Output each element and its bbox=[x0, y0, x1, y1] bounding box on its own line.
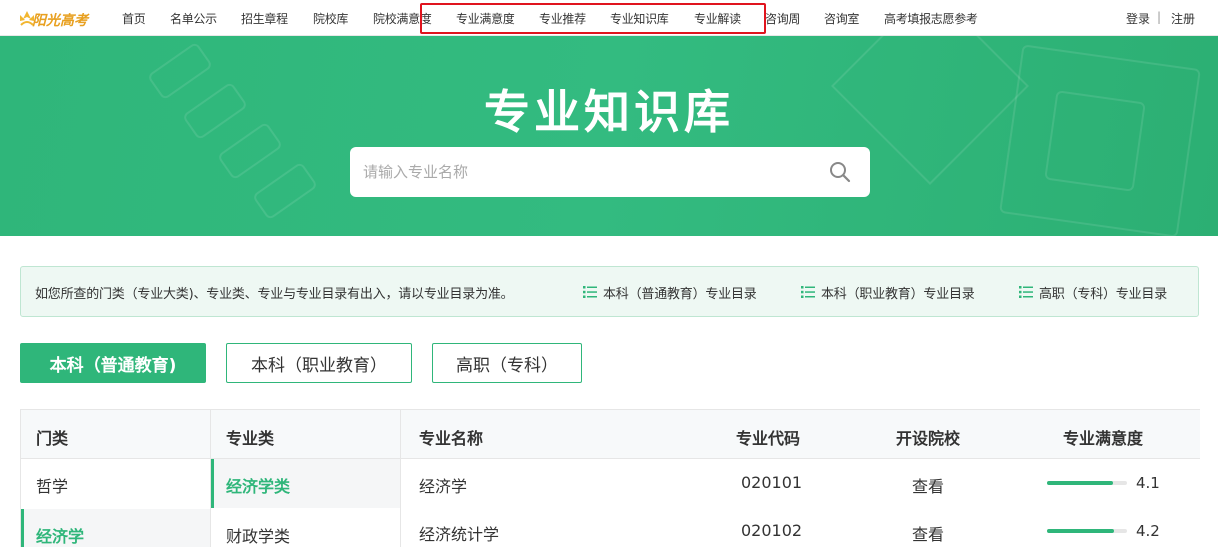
nav-consult-room[interactable]: 咨询室 bbox=[824, 10, 859, 27]
major-code: 020101 bbox=[741, 473, 803, 492]
tab-undergrad-general[interactable]: 本科（普通教育) bbox=[20, 343, 206, 383]
nav-consult-week[interactable]: 咨询周 bbox=[765, 10, 800, 27]
major-table: 门类 哲学 经济学 专业类 经济学类 财政学类 专业名称 专业代码 开设院校 专… bbox=[20, 409, 1200, 547]
header-satisfaction: 专业满意度 bbox=[1063, 429, 1144, 448]
subcategory-item-label: 经济学类 bbox=[226, 477, 291, 496]
major-list-header: 专业名称 专业代码 开设院校 专业满意度 bbox=[401, 410, 1200, 459]
header-major-code: 专业代码 bbox=[736, 429, 801, 448]
link-vocational-college-catalog[interactable]: 高职（专科）专业目录 bbox=[1039, 283, 1167, 302]
login-link[interactable]: 登录 bbox=[1126, 10, 1150, 27]
subcategory-header-label: 专业类 bbox=[226, 429, 275, 448]
list-icon bbox=[1019, 286, 1033, 298]
category-header: 门类 bbox=[21, 410, 210, 459]
notice-text: 如您所查的门类（专业大类)、专业类、专业与专业目录有出入，请以专业目录为准。 bbox=[35, 287, 514, 302]
nav-college-library[interactable]: 院校库 bbox=[313, 10, 348, 27]
nav-home[interactable]: 首页 bbox=[122, 10, 146, 27]
top-nav: 阳光高考 首页 名单公示 招生章程 院校库 院校满意度 专业满意度 专业推荐 专… bbox=[0, 0, 1218, 36]
satisfaction-score: 4.1 bbox=[1136, 474, 1160, 492]
logo-text: 阳光高考 bbox=[32, 13, 88, 29]
site-logo[interactable]: 阳光高考 bbox=[18, 4, 90, 32]
list-icon bbox=[801, 286, 815, 298]
page-title: 专业知识库 bbox=[484, 85, 734, 139]
nav-name-list[interactable]: 名单公示 bbox=[170, 10, 217, 27]
major-list: 专业名称 专业代码 开设院校 专业满意度 经济学 020101 查看 4.1 经… bbox=[401, 410, 1200, 547]
list-icon bbox=[583, 286, 597, 298]
major-name[interactable]: 经济学 bbox=[419, 473, 467, 497]
search-input[interactable] bbox=[350, 147, 820, 197]
subcategory-item[interactable]: 财政学类 bbox=[226, 523, 290, 547]
hero-banner: 专业知识库 bbox=[0, 36, 1218, 236]
subcategory-item-selected[interactable]: 经济学类 bbox=[211, 459, 400, 508]
auth-separator: | bbox=[1157, 10, 1162, 24]
satisfaction-bar-fill bbox=[1047, 481, 1113, 485]
category-column: 门类 哲学 经济学 bbox=[21, 410, 211, 547]
subcategory-column: 专业类 经济学类 财政学类 bbox=[211, 410, 401, 547]
search-icon[interactable] bbox=[828, 160, 852, 184]
major-code: 020102 bbox=[741, 521, 803, 540]
banner-decoration bbox=[251, 161, 319, 221]
satisfaction-bar bbox=[1047, 529, 1127, 533]
link-undergrad-vocational-catalog[interactable]: 本科（职业教育）专业目录 bbox=[821, 283, 975, 302]
category-header-label: 门类 bbox=[36, 429, 69, 448]
major-name[interactable]: 经济统计学 bbox=[419, 521, 499, 545]
category-item[interactable]: 哲学 bbox=[36, 473, 68, 497]
nav-admission-rules[interactable]: 招生章程 bbox=[241, 10, 288, 27]
nav-highlight-box bbox=[420, 3, 766, 34]
header-schools: 开设院校 bbox=[896, 429, 961, 448]
category-item-selected[interactable]: 经济学 bbox=[21, 509, 210, 547]
satisfaction-bar-fill bbox=[1047, 529, 1115, 533]
subcategory-header: 专业类 bbox=[211, 410, 400, 459]
satisfaction-score: 4.2 bbox=[1136, 522, 1160, 540]
register-link[interactable]: 注册 bbox=[1171, 10, 1195, 27]
header-major-name: 专业名称 bbox=[419, 429, 484, 448]
nav-volunteer-reference[interactable]: 高考填报志愿参考 bbox=[884, 10, 978, 27]
notice-bar: 如您所查的门类（专业大类)、专业类、专业与专业目录有出入，请以专业目录为准。 本… bbox=[20, 266, 1199, 317]
search-box bbox=[350, 147, 870, 197]
link-undergrad-general-catalog[interactable]: 本科（普通教育）专业目录 bbox=[603, 283, 757, 302]
view-schools-link[interactable]: 查看 bbox=[912, 521, 944, 545]
view-schools-link[interactable]: 查看 bbox=[912, 473, 944, 497]
category-item-label: 经济学 bbox=[36, 527, 85, 546]
tab-undergrad-vocational[interactable]: 本科（职业教育） bbox=[226, 343, 412, 383]
satisfaction-bar bbox=[1047, 481, 1127, 485]
tab-vocational-college[interactable]: 高职（专科） bbox=[432, 343, 582, 383]
